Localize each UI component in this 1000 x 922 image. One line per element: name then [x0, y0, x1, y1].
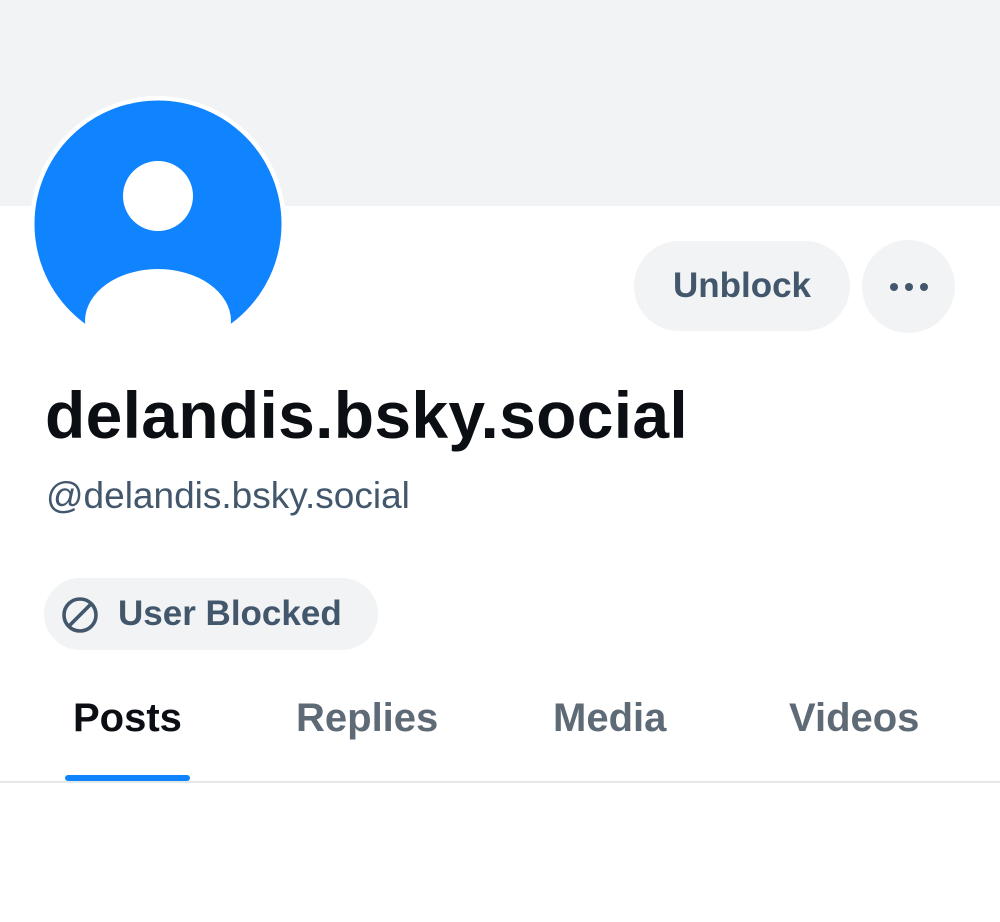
user-handle: @delandis.bsky.social [46, 475, 410, 516]
unblock-button[interactable]: Unblock [634, 241, 850, 331]
tab-label: Posts [73, 696, 182, 740]
active-tab-indicator [65, 775, 190, 781]
tab-videos[interactable]: Videos [789, 660, 919, 781]
display-name: delandis.bsky.social [45, 378, 689, 452]
tab-label: Media [553, 696, 667, 740]
tab-label: Videos [789, 696, 920, 740]
user-blocked-label: User Blocked [118, 594, 342, 633]
user-blocked-badge: User Blocked [44, 578, 378, 650]
tab-posts[interactable]: Posts [65, 660, 190, 781]
tab-replies[interactable]: Replies [296, 660, 438, 781]
ban-icon [62, 597, 98, 633]
tab-media[interactable]: Media [553, 660, 666, 781]
user-avatar-icon [31, 97, 285, 351]
more-options-button[interactable] [862, 240, 955, 333]
profile-tabs: Posts Replies Media Videos [0, 660, 1000, 783]
ellipsis-icon [889, 282, 928, 291]
tab-label: Replies [296, 696, 439, 740]
avatar[interactable] [30, 96, 286, 352]
